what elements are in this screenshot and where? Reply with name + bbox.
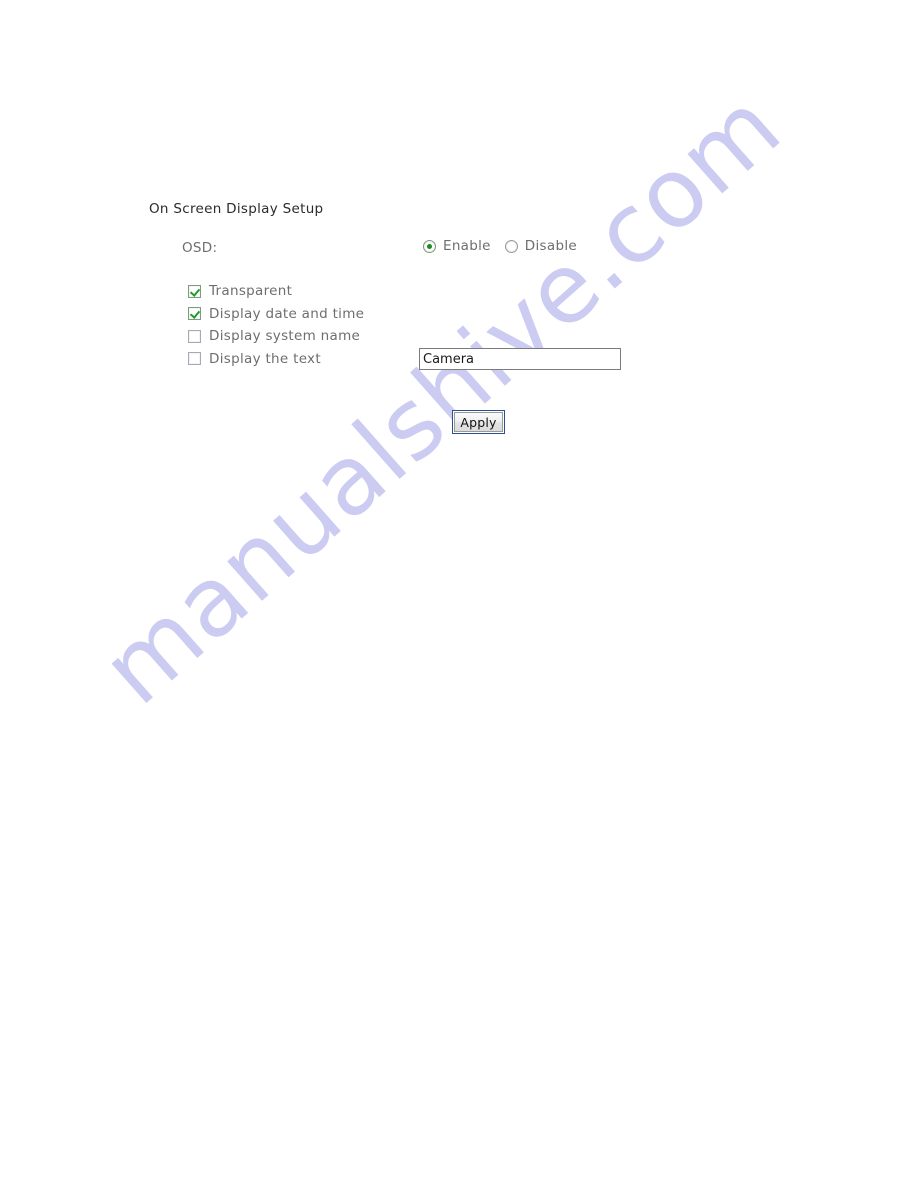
checkbox-display-the-text-label: Display the text [209, 350, 321, 367]
radio-disable-label: Disable [524, 238, 577, 254]
checkbox-row-display-date-and-time[interactable]: Display date and time [188, 303, 448, 326]
radio-option-disable[interactable]: Disable [504, 238, 577, 254]
checkbox-row-display-system-name[interactable]: Display system name [188, 325, 448, 348]
osd-enable-row: OSD: Enable Disable [0, 238, 918, 262]
osd-label: OSD: [182, 240, 218, 256]
checkbox-row-transparent[interactable]: Transparent [188, 280, 448, 303]
radio-enable-icon[interactable] [423, 239, 436, 253]
radio-option-enable[interactable]: Enable [423, 238, 491, 254]
checkbox-display-date-and-time-label: Display date and time [209, 305, 365, 322]
checkbox-display-the-text-icon[interactable] [188, 352, 201, 366]
radio-disable-icon[interactable] [504, 239, 518, 253]
checkbox-display-date-and-time-icon[interactable] [188, 307, 201, 321]
checkbox-transparent-label: Transparent [209, 283, 293, 300]
checkbox-row-display-the-text[interactable]: Display the text [188, 348, 448, 371]
apply-button-face: Apply [454, 412, 503, 432]
apply-button-label: Apply [460, 414, 497, 430]
checkbox-transparent-icon[interactable] [188, 284, 201, 298]
osd-options-checkbox-list: Transparent Display date and time Displa… [188, 280, 448, 370]
checkbox-display-system-name-label: Display system name [209, 328, 361, 345]
apply-button[interactable]: Apply [452, 410, 505, 434]
radio-enable-label: Enable [443, 238, 491, 254]
osd-radio-group[interactable]: Enable Disable [423, 238, 577, 254]
osd-display-text-input[interactable] [419, 348, 621, 370]
checkbox-display-system-name-icon[interactable] [188, 329, 201, 343]
page-title: On Screen Display Setup [149, 201, 324, 217]
page-root: On Screen Display Setup OSD: Enable Disa… [0, 0, 918, 1188]
